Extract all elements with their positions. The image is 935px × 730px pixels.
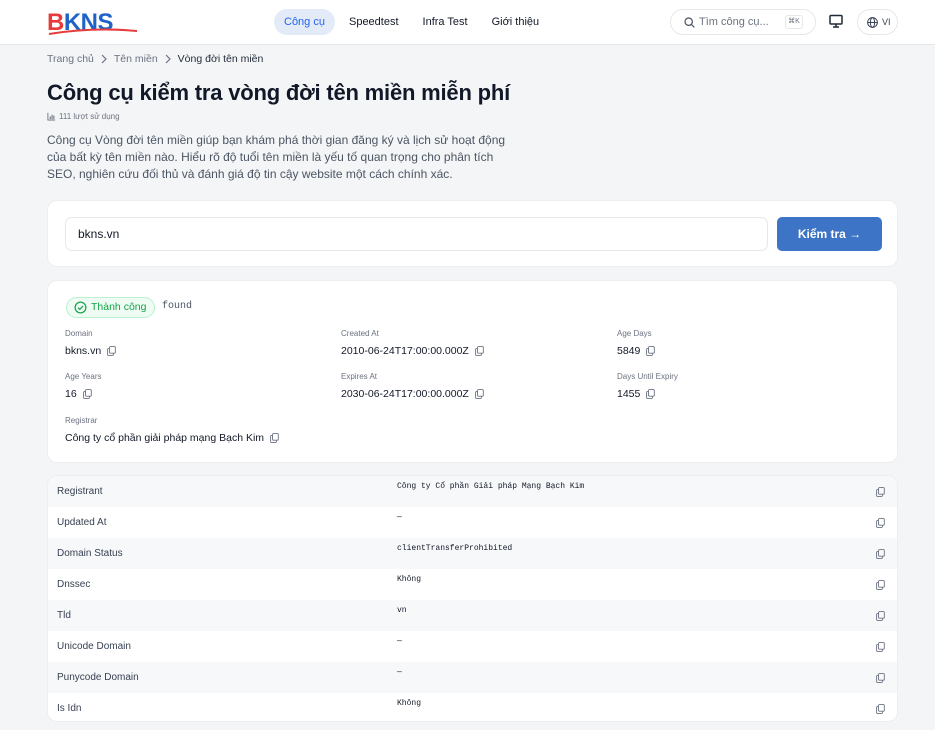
breadcrumb-home[interactable]: Trang chủ xyxy=(47,53,94,65)
field-label: Age Years xyxy=(65,372,102,381)
field-label: Expires At xyxy=(341,372,378,381)
field-label: Days Until Expiry xyxy=(617,372,678,381)
row-value: Không xyxy=(397,699,422,708)
copy-icon[interactable] xyxy=(876,487,885,497)
globe-icon xyxy=(867,17,878,28)
details-table: Registrant Công ty Cổ phần Giải pháp Mạn… xyxy=(47,475,898,722)
field-age-days: Age Days 5849 xyxy=(617,329,656,357)
row-value: Công ty Cổ phần Giải pháp Mạng Bạch Kim xyxy=(397,482,585,491)
row-value: — xyxy=(397,668,402,677)
copy-icon[interactable] xyxy=(876,549,885,559)
copy-icon[interactable] xyxy=(876,580,885,590)
copy-icon[interactable] xyxy=(646,389,656,399)
page-description: Công cụ Vòng đời tên miền giúp bạn khám … xyxy=(47,133,506,181)
row-key: Registrant xyxy=(57,486,103,497)
domain-query-card: Kiểm tra → xyxy=(47,200,898,267)
top-navigation-bar: BKNS Công cụ Speedtest Infra Test Giới t… xyxy=(0,0,935,45)
monitor-icon[interactable] xyxy=(828,13,844,29)
breadcrumb-domain[interactable]: Tên miền xyxy=(114,53,158,65)
row-value: — xyxy=(397,637,402,646)
search-icon xyxy=(684,17,695,28)
copy-icon[interactable] xyxy=(646,346,656,356)
search-shortcut: ⌘K xyxy=(785,15,803,29)
field-registrar: Registrar Công ty cổ phần giải pháp mạng… xyxy=(65,416,279,444)
usage-text: 111 lượt sử dụng xyxy=(59,112,120,121)
copy-icon[interactable] xyxy=(876,642,885,652)
result-summary-card: Thành công found Domain bkns.vn Created … xyxy=(47,280,898,463)
bkns-logo[interactable]: BKNS xyxy=(47,9,139,37)
copy-icon[interactable] xyxy=(475,389,484,399)
table-row: Tld vn xyxy=(48,600,897,631)
copy-icon[interactable] xyxy=(876,611,885,621)
usage-count: 111 lượt sử dụng xyxy=(47,112,120,121)
field-label: Domain xyxy=(65,329,93,338)
domain-input[interactable] xyxy=(65,217,768,251)
field-value: bkns.vn xyxy=(65,345,102,357)
field-value: Công ty cổ phần giải pháp mạng Bạch Kim xyxy=(65,432,265,444)
copy-icon[interactable] xyxy=(107,346,116,356)
nav-tools[interactable]: Công cụ xyxy=(274,9,335,35)
table-row: Updated At — xyxy=(48,507,897,538)
nav-speedtest[interactable]: Speedtest xyxy=(339,9,409,35)
row-key: Tld xyxy=(57,610,71,621)
copy-icon[interactable] xyxy=(876,704,885,714)
field-created-at: Created At 2010-06-24T17:00:00.000Z xyxy=(341,329,484,357)
check-circle-icon xyxy=(74,301,87,314)
field-domain: Domain bkns.vn xyxy=(65,329,116,357)
row-key: Unicode Domain xyxy=(57,641,131,652)
chevron-right-icon xyxy=(165,54,171,64)
copy-icon[interactable] xyxy=(82,389,92,399)
field-value: 16 xyxy=(65,388,77,400)
copy-icon[interactable] xyxy=(876,673,885,683)
language-label: VI xyxy=(882,17,891,27)
field-value: 2010-06-24T17:00:00.000Z xyxy=(341,345,469,357)
bar-chart-icon xyxy=(47,112,56,121)
tool-search-box[interactable]: Tìm công cụ... ⌘K xyxy=(670,9,816,35)
table-row: Punycode Domain — xyxy=(48,662,897,693)
table-row: Dnssec Không xyxy=(48,569,897,600)
breadcrumb: Trang chủ Tên miền Vòng đời tên miền xyxy=(47,53,263,65)
field-label: Registrar xyxy=(65,416,98,425)
field-expires-at: Expires At 2030-06-24T17:00:00.000Z xyxy=(341,372,484,400)
field-label: Created At xyxy=(341,329,379,338)
row-key: Domain Status xyxy=(57,548,123,559)
field-value: 5849 xyxy=(617,345,641,357)
status-code: found xyxy=(162,301,193,312)
copy-icon[interactable] xyxy=(475,346,484,356)
field-days-until-expiry: Days Until Expiry 1455 xyxy=(617,372,678,400)
row-key: Dnssec xyxy=(57,579,91,590)
row-value: clientTransferProhibited xyxy=(397,544,513,553)
row-value: Không xyxy=(397,575,422,584)
row-key: Is Idn xyxy=(57,703,82,714)
table-row: Is Idn Không xyxy=(48,693,897,721)
field-label: Age Days xyxy=(617,329,652,338)
nav-infra-test[interactable]: Infra Test xyxy=(413,9,478,35)
table-row: Unicode Domain — xyxy=(48,631,897,662)
table-row: Registrant Công ty Cổ phần Giải pháp Mạn… xyxy=(48,476,897,507)
field-value: 2030-06-24T17:00:00.000Z xyxy=(341,388,469,400)
copy-icon[interactable] xyxy=(270,433,279,443)
nav-about[interactable]: Giới thiệu xyxy=(482,9,550,35)
table-row: Domain Status clientTransferProhibited xyxy=(48,538,897,569)
chevron-right-icon xyxy=(101,54,107,64)
row-key: Updated At xyxy=(57,517,107,528)
language-switcher[interactable]: VI xyxy=(857,9,898,35)
field-age-years: Age Years 16 xyxy=(65,372,101,400)
row-value: vn xyxy=(397,606,407,615)
status-text: Thành công xyxy=(91,301,147,313)
search-placeholder: Tìm công cụ... xyxy=(699,16,769,28)
field-value: 1455 xyxy=(617,388,641,400)
breadcrumb-current: Vòng đời tên miền xyxy=(177,53,264,65)
row-key: Punycode Domain xyxy=(57,672,139,683)
main-nav: Công cụ Speedtest Infra Test Giới thiệu xyxy=(274,9,549,35)
row-value: — xyxy=(397,513,402,522)
check-button[interactable]: Kiểm tra → xyxy=(777,217,882,251)
status-badge: Thành công xyxy=(66,297,156,318)
copy-icon[interactable] xyxy=(876,518,885,528)
page-title: Công cụ kiểm tra vòng đời tên miền miễn … xyxy=(47,80,510,105)
